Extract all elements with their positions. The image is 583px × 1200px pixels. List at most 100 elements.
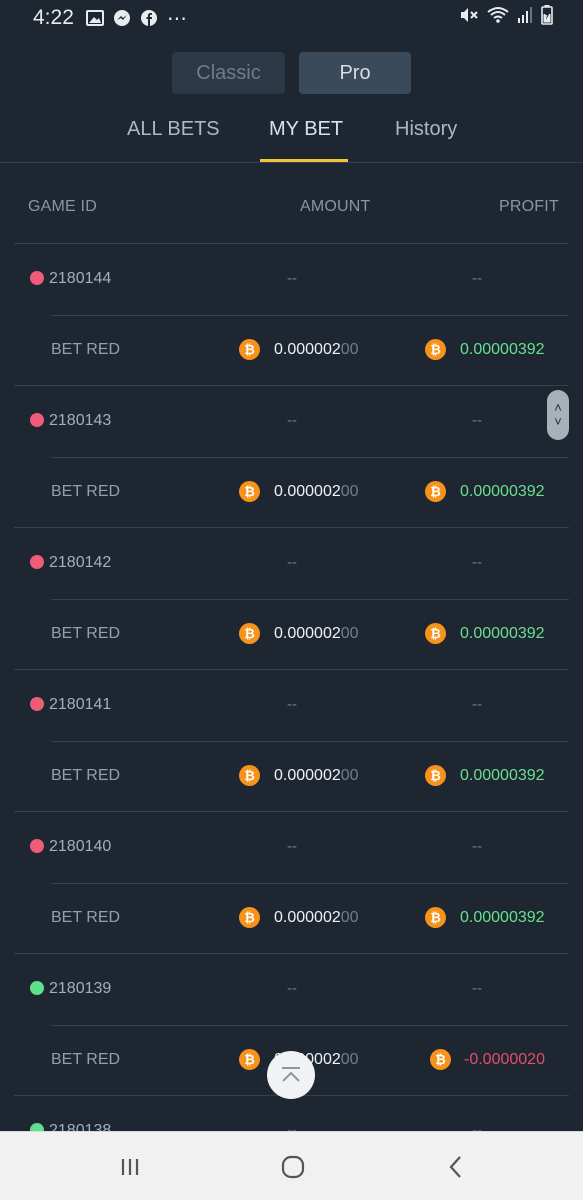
game-result-dot — [30, 697, 44, 711]
more-notifications-icon: ⋯ — [166, 7, 188, 30]
column-profit: PROFIT — [499, 198, 559, 215]
table-row: 2180143 -- -- BET RED ₿ 0.00000200 ₿ 0.0… — [14, 385, 569, 527]
bet-row: BET RED ₿ 0.00000200 ₿ 0.00000392 — [51, 741, 569, 812]
tab-all-bets[interactable]: ALL BETS — [127, 118, 220, 141]
system-navigation-bar — [0, 1131, 583, 1200]
table-header: GAME ID AMOUNT PROFIT — [0, 198, 583, 218]
active-tab-indicator — [260, 159, 348, 162]
mode-toggle: Classic Pro — [172, 52, 411, 94]
scroll-to-top-button[interactable] — [267, 1051, 315, 1099]
profit-placeholder: -- — [472, 980, 482, 997]
battery-icon — [541, 5, 553, 31]
game-row[interactable]: 2180144 -- -- — [14, 244, 569, 315]
home-button[interactable] — [278, 1152, 308, 1182]
bitcoin-icon: ₿ — [425, 765, 446, 786]
signal-icon — [517, 6, 533, 30]
bet-amount-digits: 0.000002 — [274, 625, 341, 642]
profit-placeholder: -- — [472, 696, 482, 713]
profit-placeholder: -- — [472, 412, 482, 429]
recent-apps-button[interactable] — [115, 1152, 145, 1182]
column-amount: AMOUNT — [300, 198, 371, 215]
bitcoin-icon: ₿ — [430, 1049, 451, 1070]
bet-amount-digits: 0.000002 — [274, 909, 341, 926]
bitcoin-icon: ₿ — [425, 339, 446, 360]
game-id: 2180139 — [49, 980, 112, 997]
bet-amount-trailing-zeros: 00 — [340, 767, 359, 784]
back-icon — [449, 1156, 461, 1178]
table-row: 2180142 -- -- BET RED ₿ 0.00000200 ₿ 0.0… — [14, 527, 569, 669]
bet-amount-trailing-zeros: 00 — [340, 909, 359, 926]
bet-amount-trailing-zeros: 00 — [340, 1051, 359, 1068]
bet-amount: 0.00000200 — [274, 341, 359, 359]
tab-my-bet[interactable]: MY BET — [269, 118, 343, 141]
status-bar: 4:22 ⋯ — [0, 0, 583, 36]
bet-amount-digits: 0.000002 — [274, 767, 341, 784]
bet-label: BET RED — [51, 625, 121, 642]
bitcoin-icon: ₿ — [239, 1049, 260, 1070]
game-row[interactable]: 2180140 -- -- — [14, 812, 569, 883]
bitcoin-icon: ₿ — [425, 481, 446, 502]
game-row[interactable]: 2180141 -- -- — [14, 670, 569, 741]
bet-label: BET RED — [51, 483, 121, 500]
gallery-icon — [85, 9, 104, 27]
profit-placeholder: -- — [472, 838, 482, 855]
game-row[interactable]: 2180142 -- -- — [14, 528, 569, 599]
bet-profit: 0.00000392 — [460, 767, 545, 784]
bet-label: BET RED — [51, 767, 121, 784]
bet-amount-digits: 0.000002 — [274, 483, 341, 500]
bet-amount: 0.00000200 — [274, 483, 359, 501]
table-row: 2180144 -- -- BET RED ₿ 0.00000200 ₿ 0.0… — [14, 243, 569, 385]
mute-icon — [459, 6, 479, 30]
bet-profit: 0.00000392 — [460, 483, 545, 500]
tab-history[interactable]: History — [395, 118, 457, 141]
wifi-icon — [487, 6, 509, 30]
bitcoin-icon: ₿ — [239, 623, 260, 644]
amount-placeholder: -- — [287, 270, 297, 287]
game-id: 2180142 — [49, 554, 112, 571]
bet-profit: 0.00000392 — [460, 341, 545, 358]
game-result-dot — [30, 839, 44, 853]
bitcoin-icon: ₿ — [425, 623, 446, 644]
game-id: 2180143 — [49, 412, 112, 429]
game-result-dot — [30, 413, 44, 427]
bet-amount: 0.00000200 — [274, 767, 359, 785]
game-row[interactable]: 2180139 -- -- — [14, 954, 569, 1025]
amount-placeholder: -- — [287, 980, 297, 997]
bet-profit: -0.0000020 — [464, 1051, 545, 1068]
table-row: 2180140 -- -- BET RED ₿ 0.00000200 ₿ 0.0… — [14, 811, 569, 953]
bitcoin-icon: ₿ — [425, 907, 446, 928]
bet-amount: 0.00000200 — [274, 625, 359, 643]
bet-row: BET RED ₿ 0.00000200 ₿ 0.00000392 — [51, 599, 569, 670]
bet-row: BET RED ₿ 0.00000200 ₿ 0.00000392 — [51, 457, 569, 528]
bet-profit: 0.00000392 — [460, 625, 545, 642]
bitcoin-icon: ₿ — [239, 481, 260, 502]
bet-amount: 0.00000200 — [274, 909, 359, 927]
bitcoin-icon: ₿ — [239, 765, 260, 786]
bet-amount-trailing-zeros: 00 — [340, 341, 359, 358]
bet-profit: 0.00000392 — [460, 909, 545, 926]
recent-apps-icon — [121, 1159, 139, 1175]
classic-mode-button[interactable]: Classic — [172, 52, 285, 94]
game-row[interactable]: 2180143 -- -- — [14, 386, 569, 457]
game-result-dot — [30, 981, 44, 995]
home-icon — [281, 1155, 305, 1179]
game-id: 2180144 — [49, 270, 112, 287]
game-id: 2180141 — [49, 696, 112, 713]
back-button[interactable] — [441, 1152, 471, 1182]
amount-placeholder: -- — [287, 838, 297, 855]
amount-placeholder: -- — [287, 696, 297, 713]
bet-row: BET RED ₿ 0.00000200 ₿ 0.00000392 — [51, 315, 569, 386]
table-row: 2180141 -- -- BET RED ₿ 0.00000200 ₿ 0.0… — [14, 669, 569, 811]
bet-amount-digits: 0.000002 — [274, 341, 341, 358]
game-id: 2180140 — [49, 838, 112, 855]
bet-tabs: ALL BETS MY BET History — [0, 108, 583, 163]
status-time: 4:22 — [33, 6, 74, 29]
column-game-id: GAME ID — [28, 198, 97, 215]
profit-placeholder: -- — [472, 270, 482, 287]
fast-scroll-handle[interactable]: ˄ ˅ — [547, 390, 569, 440]
chevron-up-icon: ˄ — [554, 400, 562, 415]
messenger-icon — [113, 9, 131, 27]
bitcoin-icon: ₿ — [239, 907, 260, 928]
pro-mode-button[interactable]: Pro — [299, 52, 411, 94]
arrow-to-top-icon — [282, 1067, 300, 1082]
